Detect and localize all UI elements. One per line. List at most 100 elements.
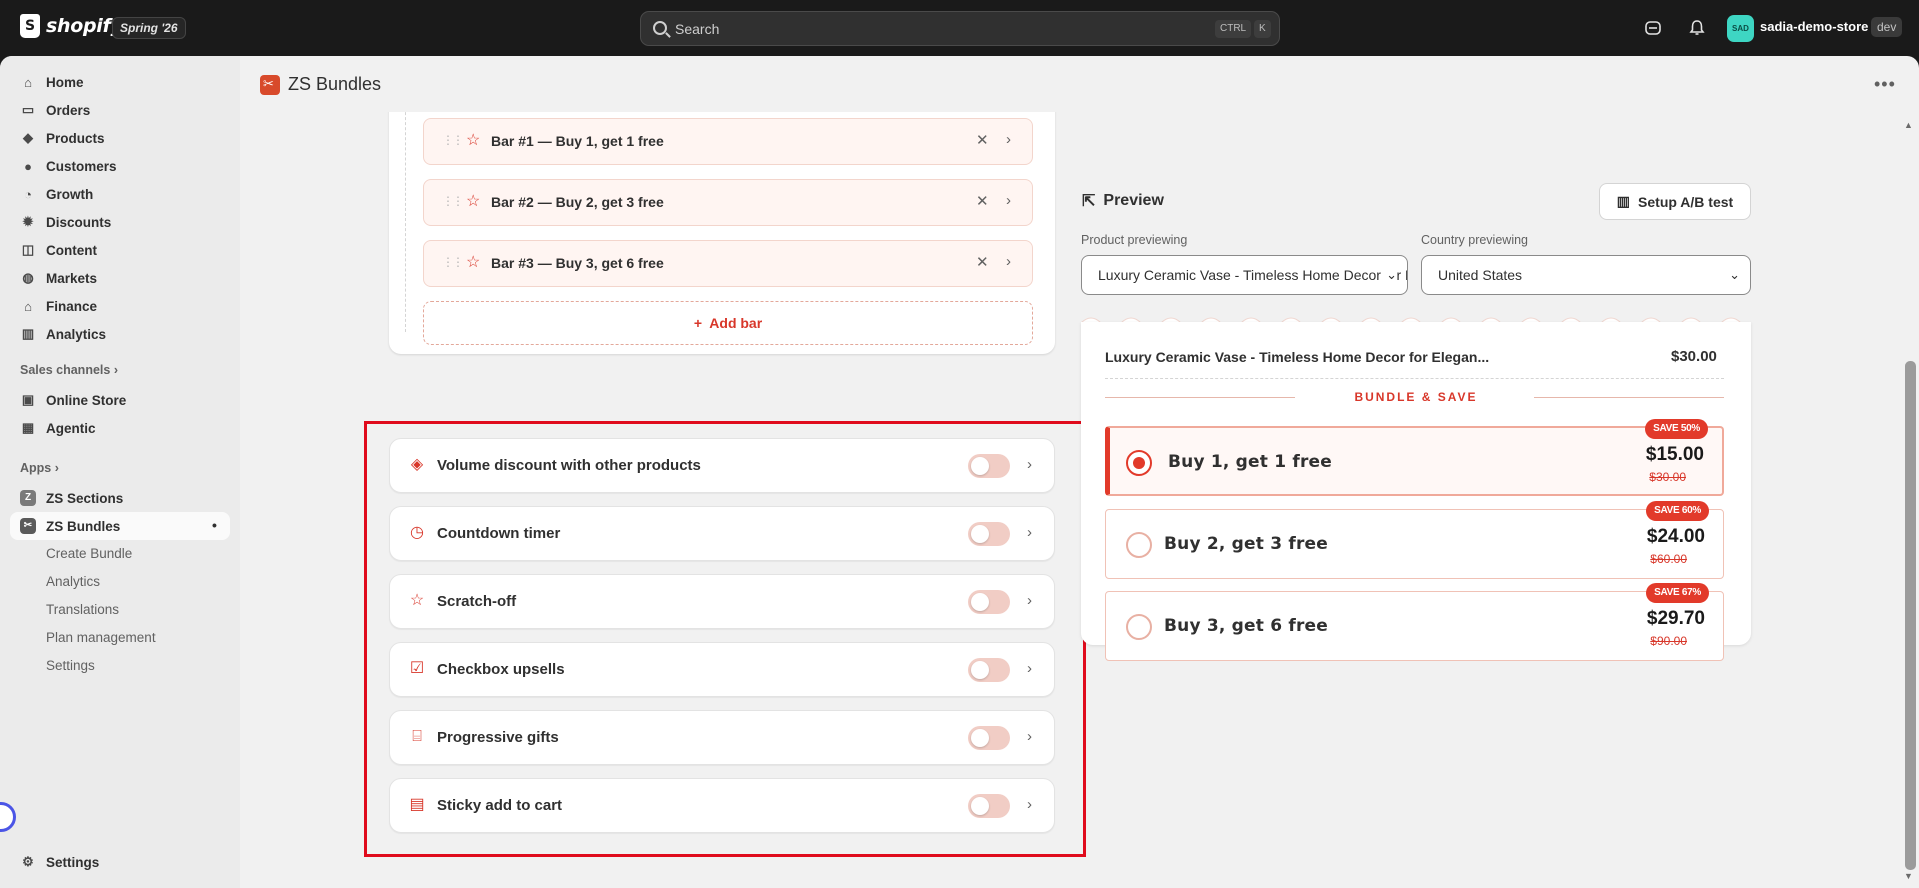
product-previewing-value: Luxury Ceramic Vase - Timeless Home Deco…	[1098, 267, 1407, 283]
product-previewing-label: Product previewing	[1081, 233, 1188, 247]
search-icon	[653, 21, 667, 35]
offer-option-1[interactable]: Buy 1, get 1 free $15.00 $30.00 SAVE 50%	[1105, 419, 1724, 496]
inbox-icon: ▭	[21, 102, 35, 117]
feature-row-scratch-off[interactable]: ☆ Scratch-off ›	[389, 574, 1055, 629]
globe-icon: ◍	[22, 270, 34, 285]
feature-toggle[interactable]	[968, 658, 1010, 682]
chevron-right-icon[interactable]: ›	[1027, 592, 1032, 609]
feature-row-countdown-timer[interactable]: ◷ Countdown timer ›	[389, 506, 1055, 561]
chevron-right-icon[interactable]: ›	[1027, 524, 1032, 541]
feature-row-volume-discount[interactable]: ◈ Volume discount with other products ›	[389, 438, 1055, 493]
chevron-right-icon[interactable]: ›	[1027, 456, 1032, 473]
offer-radio[interactable]	[1126, 614, 1152, 640]
pin-dot-icon: •	[212, 517, 217, 533]
offer-price: $24.00	[1646, 526, 1705, 547]
floating-assistant-bubble[interactable]	[0, 802, 16, 832]
sidebar-item-online-store[interactable]: ▣ Online Store	[10, 386, 230, 414]
setup-ab-test-button[interactable]: ▥ Setup A/B test	[1599, 183, 1751, 220]
chevron-right-icon[interactable]: ›	[1027, 728, 1032, 745]
drag-handle-icon[interactable]: ⋮⋮	[442, 255, 464, 269]
sidebar-item-analytics[interactable]: ▥ Analytics	[10, 320, 230, 348]
notification-bell-icon[interactable]	[1687, 18, 1707, 38]
bar-label: Bar #1 — Buy 1, get 1 free	[491, 133, 664, 149]
chevron-right-icon[interactable]: ›	[1006, 253, 1011, 270]
feature-toggle[interactable]	[968, 522, 1010, 546]
sidebar-item-finance[interactable]: ⌂ Finance	[10, 292, 230, 320]
sidebar-subitem-plan-management[interactable]: Plan management	[46, 630, 156, 645]
chevron-right-icon[interactable]: ›	[1027, 660, 1032, 677]
discount-icon: ✹	[22, 214, 34, 229]
person-icon: ●	[24, 158, 32, 174]
feature-toggle[interactable]	[968, 726, 1010, 750]
shopify-logo[interactable]: shopify	[20, 14, 123, 38]
sidebar-item-growth[interactable]: ◔ Growth	[10, 180, 230, 208]
sidebar-item-agentic[interactable]: ▦ Agentic	[10, 414, 230, 442]
search-input[interactable]: Search CTRL K	[640, 11, 1280, 46]
layers-icon: ◈	[410, 456, 424, 473]
chevron-right-icon[interactable]: ›	[1006, 192, 1011, 209]
feature-row-sticky-add-to-cart[interactable]: ▤ Sticky add to cart ›	[389, 778, 1055, 833]
store-avatar[interactable]: SAD	[1727, 15, 1754, 42]
sidebar-subitem-analytics[interactable]: Analytics	[46, 574, 100, 589]
sidebar-item-label: Content	[46, 242, 97, 258]
preview-heading: ⇱ Preview	[1082, 191, 1164, 211]
sidebar-subitem-create-bundle[interactable]: Create Bundle	[46, 546, 132, 561]
drag-handle-icon[interactable]: ⋮⋮	[442, 133, 464, 147]
remove-bar-icon[interactable]: ✕	[976, 253, 989, 271]
sales-channels-heading[interactable]: Sales channels ›	[20, 363, 118, 377]
sidekick-icon[interactable]	[1643, 18, 1663, 38]
sidebar-item-zs-sections[interactable]: Z ZS Sections	[10, 484, 230, 512]
offer-label: Buy 1, get 1 free	[1168, 452, 1332, 472]
feature-row-checkbox-upsells[interactable]: ☑ Checkbox upsells ›	[389, 642, 1055, 697]
sidebar-subitem-translations[interactable]: Translations	[46, 602, 119, 617]
scrollbar-thumb[interactable]	[1905, 361, 1916, 870]
sidebar-item-products[interactable]: ◆ Products	[10, 124, 230, 152]
offer-radio-selected[interactable]	[1126, 450, 1152, 476]
bar-row-1[interactable]: ⋮⋮ ☆ Bar #1 — Buy 1, get 1 free ✕ ›	[423, 118, 1033, 165]
star-icon: ☆	[466, 193, 481, 210]
sidebar-item-markets[interactable]: ◍ Markets	[10, 264, 230, 292]
star-icon: ☆	[466, 132, 481, 149]
feature-toggle[interactable]	[968, 794, 1010, 818]
product-previewing-select[interactable]: Luxury Ceramic Vase - Timeless Home Deco…	[1081, 255, 1408, 295]
sidebar-item-home[interactable]: ⌂ Home	[10, 68, 230, 96]
apps-heading[interactable]: Apps ›	[20, 461, 59, 475]
external-link-icon[interactable]: ⇱	[1082, 191, 1095, 211]
country-previewing-select[interactable]: United States ⌄	[1421, 255, 1751, 295]
feature-toggle[interactable]	[968, 590, 1010, 614]
drag-handle-icon[interactable]: ⋮⋮	[442, 194, 464, 208]
store-dev-badge: dev	[1871, 17, 1903, 37]
sidebar-item-zs-bundles[interactable]: ✂ ZS Bundles •	[10, 512, 230, 540]
chevron-right-icon[interactable]: ›	[1027, 796, 1032, 813]
remove-bar-icon[interactable]: ✕	[976, 131, 989, 149]
remove-bar-icon[interactable]: ✕	[976, 192, 989, 210]
feature-toggle[interactable]	[968, 454, 1010, 478]
bar-row-2[interactable]: ⋮⋮ ☆ Bar #2 — Buy 2, get 3 free ✕ ›	[423, 179, 1033, 226]
sidebar-item-orders[interactable]: ▭ Orders	[10, 96, 230, 124]
zs-bundles-app-icon: ✂	[20, 518, 36, 534]
sidebar-item-label: Growth	[46, 186, 94, 202]
sidebar-item-label: Analytics	[46, 326, 107, 342]
sidebar-item-discounts[interactable]: ✹ Discounts	[10, 208, 230, 236]
offer-price: $29.70	[1646, 608, 1705, 629]
scroll-down-arrow-icon[interactable]: ▼	[1904, 871, 1913, 881]
shortcut-ctrl: CTRL	[1215, 20, 1252, 38]
edition-badge[interactable]: Spring '26	[112, 17, 186, 39]
scroll-up-arrow-icon[interactable]: ▲	[1904, 120, 1913, 130]
chevron-right-icon[interactable]: ›	[1006, 131, 1011, 148]
sidebar-item-content[interactable]: ◫ Content	[10, 236, 230, 264]
store-name[interactable]: sadia-demo-store	[1760, 19, 1868, 34]
add-bar-button[interactable]: + Add bar	[423, 301, 1033, 345]
sidebar-item-settings[interactable]: ⚙ Settings	[10, 848, 230, 876]
offer-option-3[interactable]: Buy 3, get 6 free $29.70 $90.00 SAVE 67%	[1105, 583, 1724, 661]
offer-radio[interactable]	[1126, 532, 1152, 558]
sidebar-subitem-settings[interactable]: Settings	[46, 658, 95, 673]
add-bar-label: Add bar	[709, 315, 763, 331]
offer-option-2[interactable]: Buy 2, get 3 free $24.00 $60.00 SAVE 60%	[1105, 501, 1724, 579]
feature-row-progressive-gifts[interactable]: ⌸ Progressive gifts ›	[389, 710, 1055, 765]
ab-button-label: Setup A/B test	[1638, 193, 1734, 210]
bar-row-3[interactable]: ⋮⋮ ☆ Bar #3 — Buy 3, get 6 free ✕ ›	[423, 240, 1033, 287]
top-bar: shopify Spring '26 Search CTRL K SAD sad…	[0, 0, 1919, 56]
more-actions-icon[interactable]: •••	[1874, 74, 1896, 95]
sidebar-item-customers[interactable]: ● Customers	[10, 152, 230, 180]
